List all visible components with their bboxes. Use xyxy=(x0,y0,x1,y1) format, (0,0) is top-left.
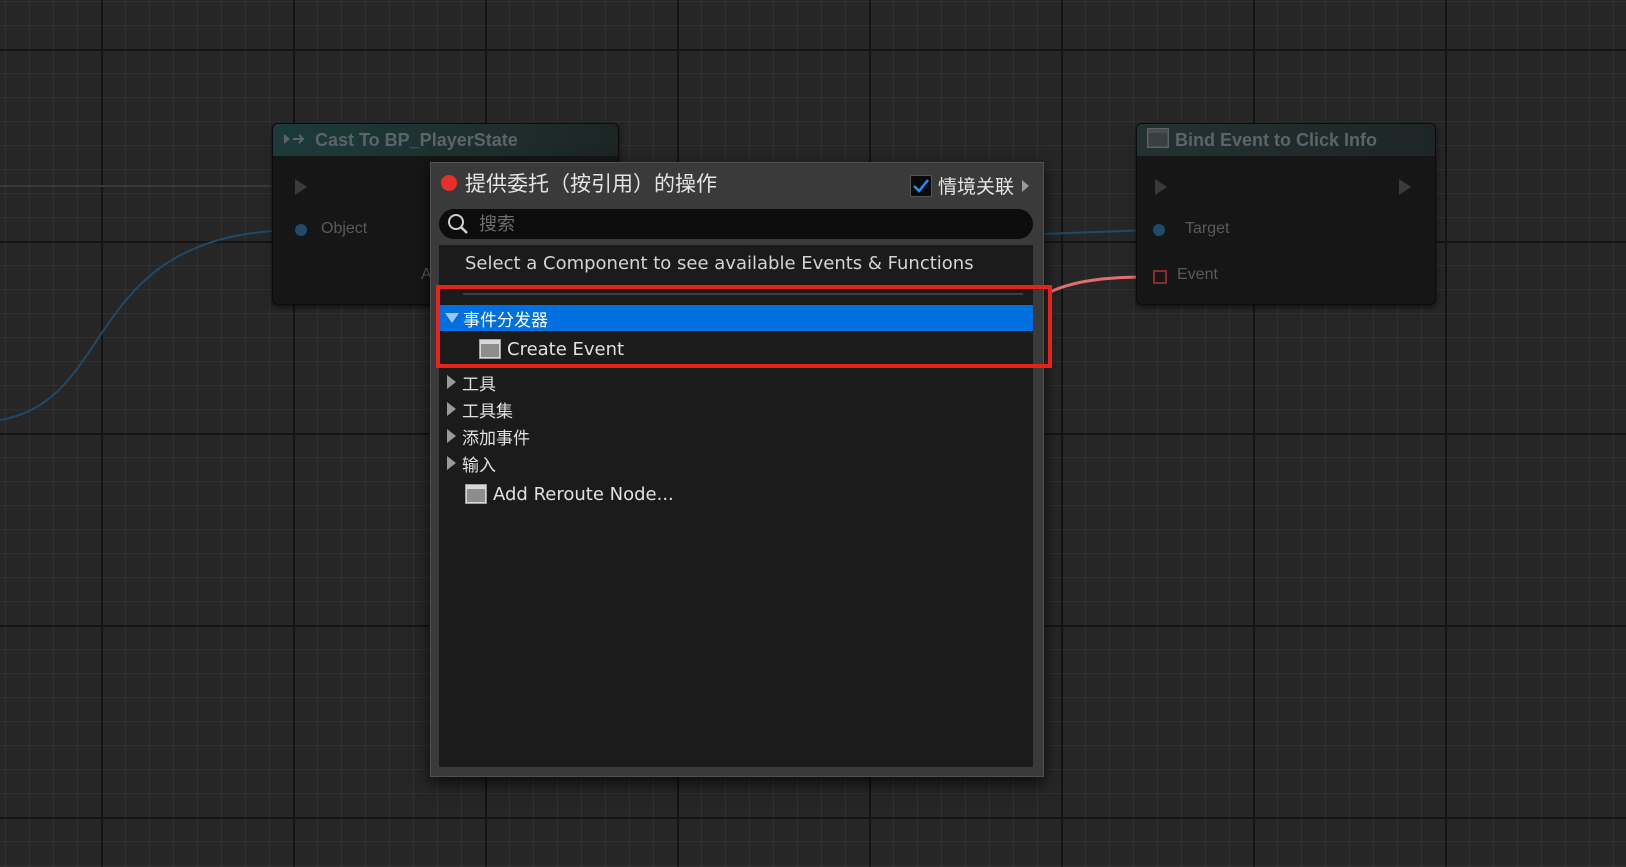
cast-arrow-icon xyxy=(283,130,309,151)
list-separator xyxy=(463,293,1023,295)
collapsed-arrow-icon[interactable] xyxy=(447,375,456,389)
search-icon xyxy=(447,213,469,235)
checkmark-icon xyxy=(913,178,929,193)
category-toolsets[interactable]: 工具集 xyxy=(439,396,1033,422)
component-hint-text: Select a Component to see available Even… xyxy=(465,253,974,274)
category-label: 添加事件 xyxy=(462,428,530,449)
bind-node-title: Bind Event to Click Info xyxy=(1175,129,1378,150)
context-sensitive-toggle[interactable]: 情境关联 xyxy=(909,172,1029,199)
search-box[interactable] xyxy=(439,209,1033,239)
category-label: 输入 xyxy=(462,455,496,476)
object-pin-dot[interactable] xyxy=(295,224,307,236)
category-tools[interactable]: 工具 xyxy=(439,369,1033,395)
category-input[interactable]: 输入 xyxy=(439,450,1033,476)
collapsed-arrow-icon[interactable] xyxy=(447,429,456,443)
popup-title: 提供委托（按引用）的操作 xyxy=(465,172,717,196)
category-label: 事件分发器 xyxy=(463,310,548,331)
category-label: 工具 xyxy=(462,374,496,395)
function-node-icon xyxy=(479,339,501,359)
context-sensitive-label: 情境关联 xyxy=(937,176,1014,198)
context-expand-arrow-icon[interactable] xyxy=(1022,179,1029,192)
function-node-icon xyxy=(465,484,487,504)
cast-node-header: Cast To BP_PlayerState xyxy=(273,124,618,156)
collapsed-arrow-icon[interactable] xyxy=(447,402,456,416)
action-list[interactable]: Select a Component to see available Even… xyxy=(439,245,1033,767)
event-pin-square[interactable] xyxy=(1153,270,1167,284)
target-pin-dot[interactable] xyxy=(1153,224,1165,236)
event-pin-label: Event xyxy=(1177,266,1218,283)
context-sensitive-checkbox[interactable] xyxy=(909,174,932,197)
expanded-arrow-icon[interactable] xyxy=(445,313,459,323)
category-label: 工具集 xyxy=(462,401,513,422)
cast-node-title: Cast To BP_PlayerState xyxy=(315,129,518,150)
action-label: Add Reroute Node... xyxy=(493,483,674,505)
object-pin-label: Object xyxy=(321,220,368,237)
bind-exec-in-pin[interactable] xyxy=(1155,179,1167,195)
action-add-reroute-node[interactable]: Add Reroute Node... xyxy=(439,479,1033,509)
target-wire xyxy=(1041,229,1151,235)
bind-event-node[interactable]: Bind Event to Click Info Target Event xyxy=(1136,123,1436,305)
collapsed-arrow-icon[interactable] xyxy=(447,456,456,470)
bind-node-header: Bind Event to Click Info xyxy=(1137,124,1435,156)
popup-title-bar: 提供委托（按引用）的操作 情境关联 xyxy=(431,163,1043,203)
bind-exec-out-pin[interactable] xyxy=(1399,179,1411,195)
cast-exec-in-pin[interactable] xyxy=(295,179,307,195)
function-node-icon xyxy=(1147,127,1169,153)
event-wire xyxy=(1049,275,1151,294)
category-event-dispatchers[interactable]: 事件分发器 xyxy=(439,305,1033,331)
target-pin-label: Target xyxy=(1185,220,1230,237)
delegate-pin-icon xyxy=(441,175,457,191)
action-create-event[interactable]: Create Event xyxy=(439,334,1033,364)
object-wire xyxy=(0,229,301,421)
action-label: Create Event xyxy=(507,338,625,360)
search-input[interactable] xyxy=(477,212,1001,236)
category-add-event[interactable]: 添加事件 xyxy=(439,423,1033,449)
action-menu-popup[interactable]: 提供委托（按引用）的操作 情境关联 Select a Component to … xyxy=(430,162,1044,777)
